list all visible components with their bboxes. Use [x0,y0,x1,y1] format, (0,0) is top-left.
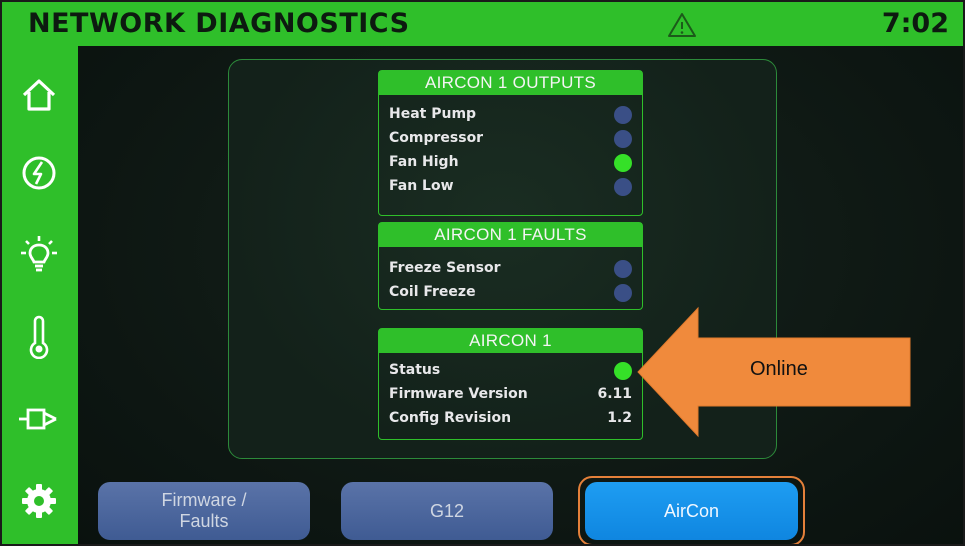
thermometer-icon [29,315,49,359]
tab-aircon[interactable]: AirCon [585,482,798,540]
sidebar-item-temperature[interactable] [12,310,66,364]
home-icon [22,79,56,111]
firmware-version-row: Firmware Version 6.11 [379,383,642,407]
sidebar-item-lights[interactable] [12,228,66,282]
fault-row-coil-freeze: Coil Freeze [379,281,642,305]
row-label: Compressor [389,130,484,146]
top-bar: NETWORK DIAGNOSTICS 7:02 [2,2,963,46]
row-label: Coil Freeze [389,284,476,300]
fan-high-status-indicator [614,154,632,172]
compressor-status-indicator [614,130,632,148]
aircon-status-indicator [614,362,632,380]
config-revision-row: Config Revision 1.2 [379,407,642,431]
config-revision-value: 1.2 [607,410,632,426]
tab-g12[interactable]: G12 [341,482,553,540]
sidebar-item-power[interactable] [12,146,66,200]
heat-pump-status-indicator [614,106,632,124]
row-label: Heat Pump [389,106,477,122]
row-label: Fan Low [389,178,454,194]
output-row-compressor: Compressor [379,127,642,151]
output-row-fan-low: Fan Low [379,175,642,199]
online-callout-label: Online [750,358,808,380]
power-icon [22,156,56,190]
row-label: Status [389,362,441,378]
fan-low-status-indicator [614,178,632,196]
tab-firmware-faults[interactable]: Firmware / Faults [98,482,310,540]
output-row-heat-pump: Heat Pump [379,103,642,127]
diagnostics-screen: NETWORK DIAGNOSTICS 7:02 AIRCON 1 OUTPUT… [0,0,965,546]
aircon-title: AIRCON 1 [379,329,642,353]
clock: 7:02 [881,8,949,39]
sidebar-item-settings[interactable] [12,474,66,528]
warning-icon[interactable] [667,11,697,39]
fault-row-freeze-sensor: Freeze Sensor [379,257,642,281]
outputs-title: AIRCON 1 OUTPUTS [379,71,642,95]
row-label: Firmware Version [389,386,528,402]
sidebar [2,46,78,544]
aircon-section: AIRCON 1 Status Firmware Version 6.11 Co… [378,328,643,440]
light-bulb-icon [21,236,57,272]
row-label: Fan High [389,154,459,170]
sidebar-item-power-outlet[interactable] [12,392,66,446]
row-label: Config Revision [389,410,512,426]
faults-section: AIRCON 1 FAULTS Freeze Sensor Coil Freez… [378,222,643,310]
outputs-section: AIRCON 1 OUTPUTS Heat Pump Compressor Fa… [378,70,643,216]
sidebar-item-home[interactable] [12,68,66,122]
plug-icon [19,408,57,430]
coil-freeze-status-indicator [614,284,632,302]
aircon-status-row: Status [379,359,642,383]
output-row-fan-high: Fan High [379,151,642,175]
firmware-version-value: 6.11 [597,386,632,402]
gear-icon [22,484,56,518]
freeze-sensor-status-indicator [614,260,632,278]
faults-title: AIRCON 1 FAULTS [379,223,642,247]
page-title: NETWORK DIAGNOSTICS [28,8,410,39]
row-label: Freeze Sensor [389,260,501,276]
